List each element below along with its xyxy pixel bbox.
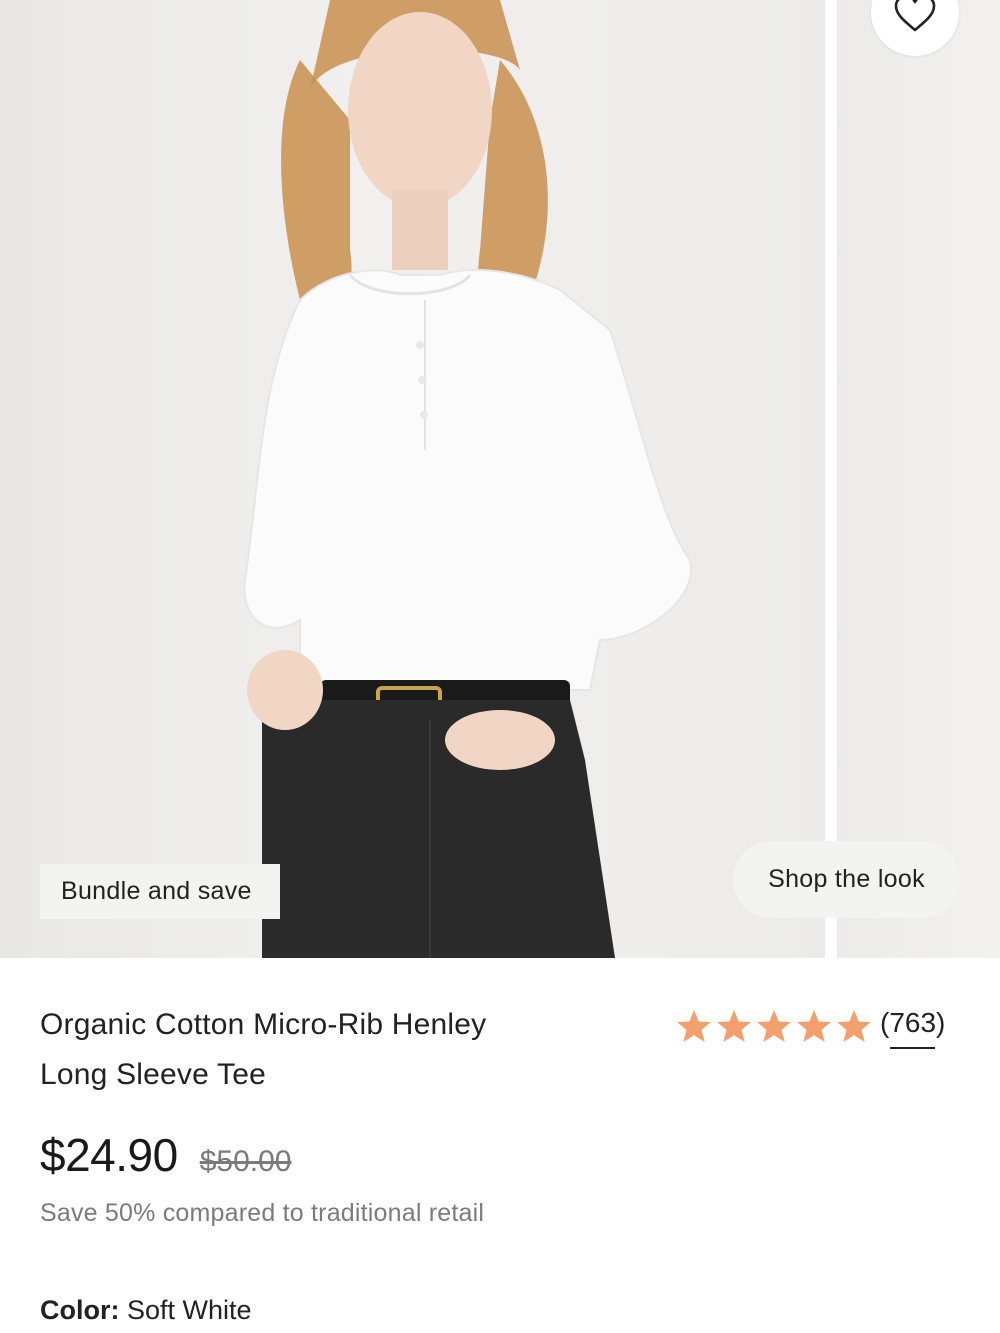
product-image-next-preview[interactable]: [837, 0, 1000, 958]
color-value: Soft White: [127, 1295, 252, 1325]
selected-color: Color: Soft White: [40, 1295, 252, 1326]
product-image-model[interactable]: [0, 0, 825, 958]
savings-message: Save 50% compared to traditional retail: [40, 1199, 485, 1227]
star-icon: [757, 1010, 791, 1042]
product-title-line-1: Organic Cotton Micro-Rib Henley: [40, 1008, 487, 1041]
star-icon: [717, 1010, 751, 1042]
star-rating: [674, 1008, 874, 1044]
product-rating[interactable]: (763): [674, 1004, 945, 1049]
price-row: $24.90 $50.00: [40, 1128, 291, 1182]
heart-icon: [894, 0, 936, 32]
model-photo-illustration: [243, 0, 693, 958]
sale-price: $24.90: [40, 1129, 178, 1181]
review-count-link[interactable]: (763): [880, 1007, 945, 1049]
color-label: Color:: [40, 1295, 120, 1325]
star-icon: [837, 1010, 871, 1042]
product-image-gallery[interactable]: Bundle and save Shop the look: [0, 0, 1000, 958]
bundle-and-save-badge: Bundle and save: [40, 864, 280, 919]
star-icon: [797, 1010, 831, 1042]
original-price: $50.00: [199, 1145, 292, 1178]
star-icon: [677, 1010, 711, 1042]
shop-the-look-button[interactable]: Shop the look: [733, 841, 960, 918]
product-title: Organic Cotton Micro-Rib Henley Long Sle…: [40, 1000, 600, 1100]
product-title-line-2: Long Sleeve Tee: [40, 1058, 266, 1091]
